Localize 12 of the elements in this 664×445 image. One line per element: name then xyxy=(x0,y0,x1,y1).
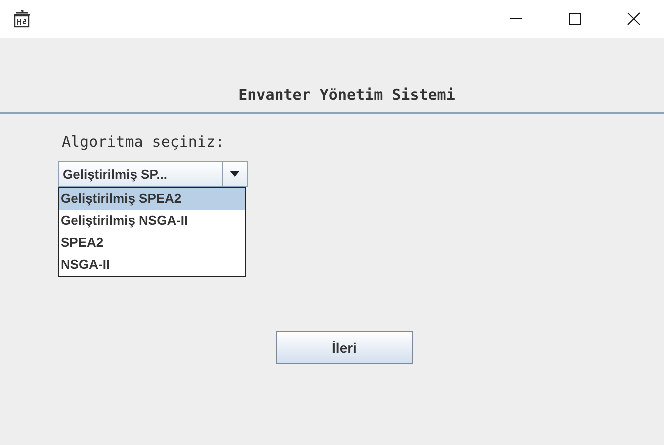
algorithm-dropdown[interactable]: Geliştirilmiş SP... xyxy=(58,161,248,187)
caret-icon xyxy=(230,171,240,177)
next-button[interactable]: İleri xyxy=(276,331,413,364)
close-icon[interactable] xyxy=(627,12,641,26)
dropdown-option[interactable]: Geliştirilmiş NSGA-II xyxy=(59,210,245,232)
maximize-icon[interactable] xyxy=(568,12,582,26)
dropdown-option[interactable]: SPEA2 xyxy=(59,232,245,254)
app-icon xyxy=(12,9,32,29)
dropdown-option[interactable]: NSGA-II xyxy=(59,254,245,276)
header-title: Envanter Yönetim Sistemi xyxy=(238,86,456,104)
dropdown-option[interactable]: Geliştirilmiş SPEA2 xyxy=(59,188,245,210)
algorithm-label: Algoritma seçiniz: xyxy=(62,133,225,151)
